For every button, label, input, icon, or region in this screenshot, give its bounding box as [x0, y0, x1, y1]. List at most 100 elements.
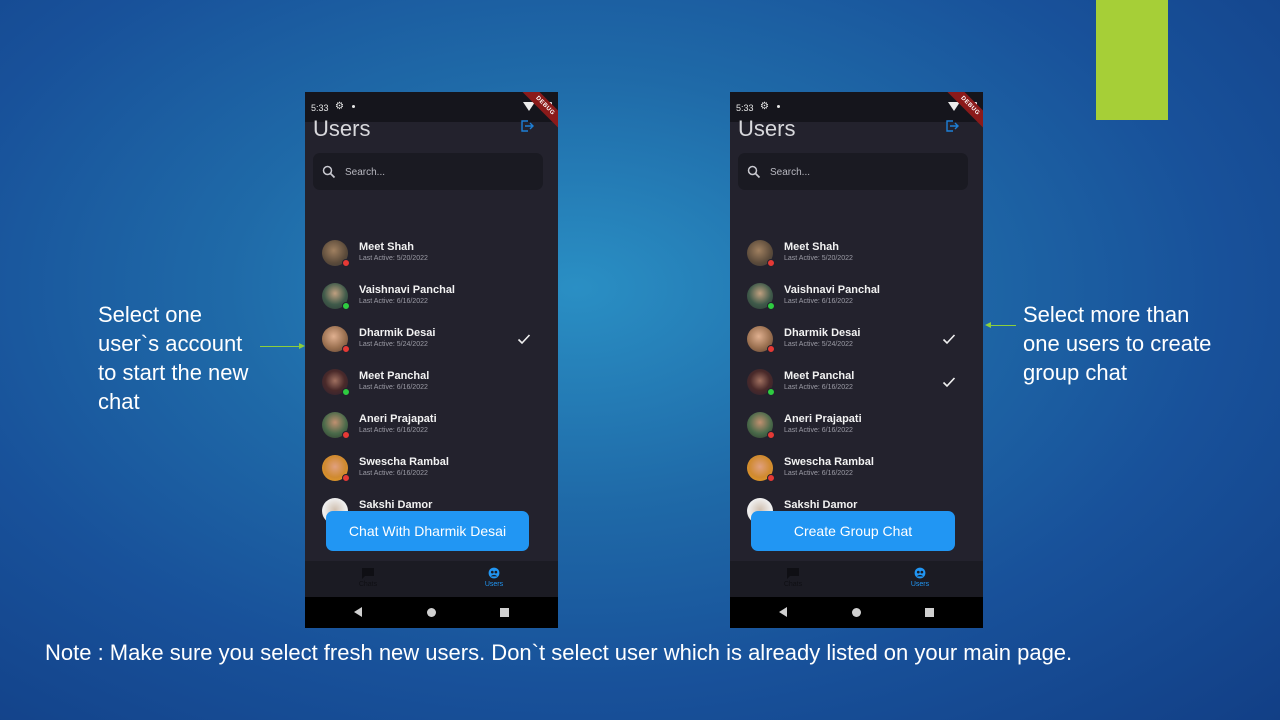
user-list-item-selected[interactable]: Dharmik Desai Last Active: 5/24/2022 [730, 319, 983, 359]
last-active: Last Active: 6/16/2022 [359, 298, 428, 305]
status-offline-dot [767, 474, 775, 482]
user-list-item[interactable]: Meet Shah Last Active: 5/20/2022 [305, 233, 558, 273]
last-active: Last Active: 6/16/2022 [359, 384, 428, 391]
nav-label-users: Users [484, 581, 504, 588]
status-offline-dot [342, 474, 350, 482]
search-icon [322, 165, 336, 179]
last-active: Last Active: 6/16/2022 [784, 470, 853, 477]
last-active: Last Active: 5/24/2022 [784, 341, 853, 348]
user-name: Meet Shah [784, 241, 840, 253]
status-offline-dot [342, 345, 350, 353]
recent-apps-icon[interactable] [500, 608, 509, 617]
user-list-item[interactable]: Meet Shah Last Active: 5/20/2022 [730, 233, 983, 273]
chat-with-user-button[interactable]: Chat With Dharmik Desai [326, 511, 529, 551]
user-name: Meet Panchal [784, 370, 855, 382]
phone-screenshot-single-chat: 5:33 ⚙ DEBUG Users Meet Shah Last Active… [305, 92, 558, 628]
check-icon [517, 334, 531, 345]
last-active: Last Active: 5/24/2022 [359, 341, 428, 348]
user-name: Sakshi Damor [784, 499, 858, 511]
user-list-item[interactable]: Vaishnavi Panchal Last Active: 6/16/2022 [305, 276, 558, 316]
user-name: Swescha Rambal [359, 456, 449, 468]
status-offline-dot [767, 259, 775, 267]
users-icon [488, 567, 500, 579]
status-online-dot [767, 302, 775, 310]
nav-label-chats: Chats [358, 581, 378, 588]
user-list-item[interactable]: Aneri Prajapati Last Active: 6/16/2022 [305, 405, 558, 445]
user-list-item[interactable]: Swescha Rambal Last Active: 6/16/2022 [730, 448, 983, 488]
last-active: Last Active: 5/20/2022 [359, 255, 428, 262]
home-icon[interactable] [852, 608, 861, 617]
settings-status-icon: ⚙ [335, 101, 344, 112]
status-time: 5:33 [736, 103, 754, 113]
user-list-item-selected[interactable]: Meet Panchal Last Active: 6/16/2022 [730, 362, 983, 402]
user-name: Sakshi Damor [359, 499, 433, 511]
left-arrow-line [260, 346, 300, 347]
system-navigation-bar [730, 597, 983, 628]
user-name: Meet Panchal [359, 370, 430, 382]
right-caption: Select more than one users to create gro… [1023, 302, 1212, 385]
logout-icon[interactable] [945, 119, 959, 133]
users-icon [914, 567, 926, 579]
status-online-dot [342, 302, 350, 310]
last-active: Last Active: 6/16/2022 [784, 298, 853, 305]
user-list-item[interactable]: Swescha Rambal Last Active: 6/16/2022 [305, 448, 558, 488]
user-list-item[interactable]: Aneri Prajapati Last Active: 6/16/2022 [730, 405, 983, 445]
chat-bubble-icon [787, 568, 799, 579]
create-group-chat-button[interactable]: Create Group Chat [751, 511, 955, 551]
notification-dot-icon [777, 105, 780, 108]
last-active: Last Active: 6/16/2022 [359, 470, 428, 477]
nav-tab-chats[interactable]: Chats [338, 565, 398, 595]
status-online-dot [342, 388, 350, 396]
user-name: Vaishnavi Panchal [359, 284, 455, 296]
search-input[interactable] [343, 159, 537, 185]
status-offline-dot [342, 431, 350, 439]
page-title: Users [738, 116, 796, 141]
nav-tab-users[interactable]: Users [890, 565, 950, 595]
status-time: 5:33 [311, 103, 329, 113]
chat-bubble-icon [362, 568, 374, 579]
back-icon[interactable] [354, 607, 362, 617]
right-arrow-line [990, 325, 1016, 326]
check-icon [942, 334, 956, 345]
nav-label-chats: Chats [783, 581, 803, 588]
user-name: Aneri Prajapati [359, 413, 437, 425]
user-name: Vaishnavi Panchal [784, 284, 880, 296]
user-name: Swescha Rambal [784, 456, 874, 468]
user-list-item-selected[interactable]: Dharmik Desai Last Active: 5/24/2022 [305, 319, 558, 359]
user-list-item[interactable]: Vaishnavi Panchal Last Active: 6/16/2022 [730, 276, 983, 316]
left-arrow-icon [299, 343, 305, 349]
status-offline-dot [767, 345, 775, 353]
back-icon[interactable] [779, 607, 787, 617]
logout-icon[interactable] [520, 119, 534, 133]
user-name: Dharmik Desai [784, 327, 861, 339]
nav-tab-chats[interactable]: Chats [763, 565, 823, 595]
status-online-dot [767, 388, 775, 396]
user-name: Dharmik Desai [359, 327, 436, 339]
last-active: Last Active: 6/16/2022 [784, 427, 853, 434]
page-title: Users [313, 116, 371, 141]
bottom-navigation: Chats Users [305, 561, 558, 597]
search-bar[interactable] [313, 153, 543, 190]
nav-tab-users[interactable]: Users [464, 565, 524, 595]
right-arrow-icon [985, 322, 991, 328]
last-active: Last Active: 5/20/2022 [784, 255, 853, 262]
last-active: Last Active: 6/16/2022 [359, 427, 428, 434]
search-input[interactable] [768, 159, 962, 185]
nav-label-users: Users [910, 581, 930, 588]
user-list-item[interactable]: Meet Panchal Last Active: 6/16/2022 [305, 362, 558, 402]
status-offline-dot [767, 431, 775, 439]
recent-apps-icon[interactable] [925, 608, 934, 617]
phone-screenshot-group-chat: 5:33 ⚙ DEBUG Users Meet Shah Last Active… [730, 92, 983, 628]
user-name: Meet Shah [359, 241, 415, 253]
settings-status-icon: ⚙ [760, 101, 769, 112]
last-active: Last Active: 6/16/2022 [784, 384, 853, 391]
search-bar[interactable] [738, 153, 968, 190]
home-icon[interactable] [427, 608, 436, 617]
footer-note: Note : Make sure you select fresh new us… [45, 640, 1073, 665]
user-name: Aneri Prajapati [784, 413, 862, 425]
accent-rectangle [1096, 0, 1168, 120]
status-offline-dot [342, 259, 350, 267]
left-caption: Select one user`s account to start the n… [98, 302, 249, 414]
bottom-navigation: Chats Users [730, 561, 983, 597]
notification-dot-icon [352, 105, 355, 108]
